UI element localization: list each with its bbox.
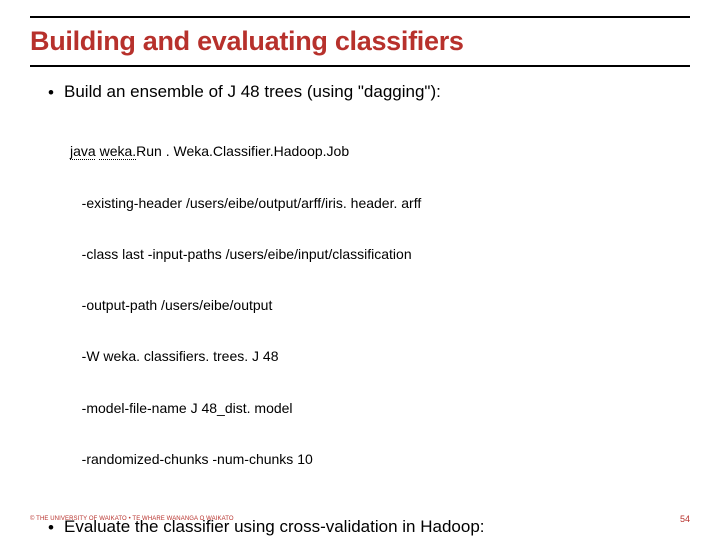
cmd1-line-1: java weka.Run . Weka.Classifier.Hadoop.J… <box>70 143 690 160</box>
bullet-1: • Build an ensemble of J 48 trees (using… <box>48 81 690 103</box>
slide-content: • Build an ensemble of J 48 trees (using… <box>30 81 690 540</box>
bullet-1-text: Build an ensemble of J 48 trees (using "… <box>64 81 690 102</box>
rule-above-title <box>30 16 690 18</box>
cmd1-line-3: -class last -input-paths /users/eibe/inp… <box>70 246 690 263</box>
command-block-1: java weka.Run . Weka.Classifier.Hadoop.J… <box>70 109 690 502</box>
cmd1-line-7: -randomized-chunks -num-chunks 10 <box>70 451 690 468</box>
weka-keyword: weka. <box>100 143 137 159</box>
bullet-dot: • <box>48 81 64 103</box>
cmd1-line-4: -output-path /users/eibe/output <box>70 297 690 314</box>
page-number: 54 <box>680 514 690 524</box>
slide: Building and evaluating classifiers • Bu… <box>0 0 720 540</box>
rule-below-title <box>30 65 690 67</box>
footer: © THE UNIVERSITY OF WAIKATO • TE WHARE W… <box>30 514 690 524</box>
footer-copyright: © THE UNIVERSITY OF WAIKATO • TE WHARE W… <box>30 516 234 522</box>
cmd1-line-5: -W weka. classifiers. trees. J 48 <box>70 348 690 365</box>
cmd1-rest: Run . Weka.Classifier.Hadoop.Job <box>136 143 349 159</box>
java-keyword: java <box>70 143 96 159</box>
cmd1-line-2: -existing-header /users/eibe/output/arff… <box>70 195 690 212</box>
cmd1-line-6: -model-file-name J 48_dist. model <box>70 400 690 417</box>
slide-title: Building and evaluating classifiers <box>30 26 690 63</box>
